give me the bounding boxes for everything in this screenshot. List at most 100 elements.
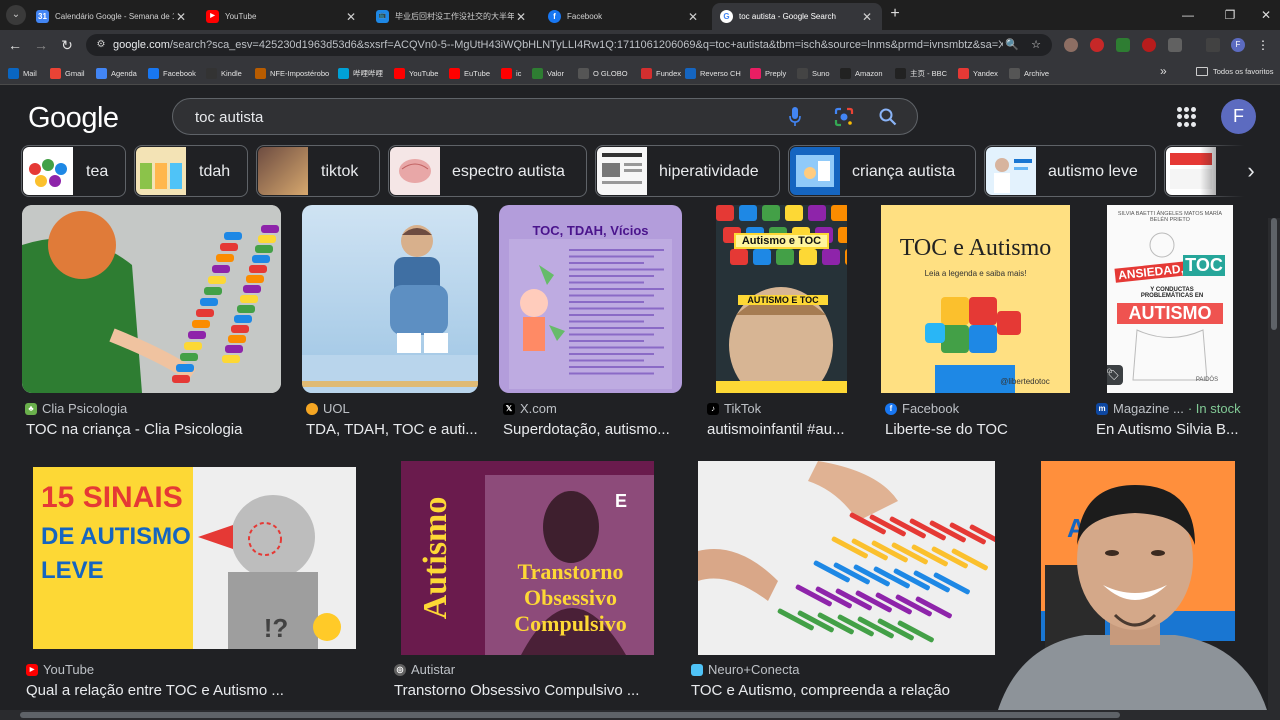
tab-bilibili[interactable]: 📺 毕业后回村没工作没社交的大半年, 来 ✕	[368, 3, 536, 30]
image-result[interactable]: Neuro+Conecta TOC e Autismo, compreenda …	[687, 461, 1005, 701]
result-title[interactable]: Transtorno Obsessivo Compulsivo ...	[394, 682, 665, 699]
zoom-icon[interactable]: 🔍	[1004, 37, 1020, 53]
google-logo[interactable]: Google	[28, 102, 119, 135]
vertical-scrollbar[interactable]	[1268, 218, 1280, 720]
result-title[interactable]: TOC e Autismo, compreenda a relação	[691, 682, 991, 699]
chip-crianca-autista[interactable]: criança autista	[788, 145, 976, 197]
result-image[interactable]	[302, 205, 478, 393]
reload-icon[interactable]: ↻	[58, 36, 76, 54]
search-icon[interactable]	[878, 107, 898, 127]
puzzle-icon[interactable]	[1168, 38, 1182, 52]
bookmark-item[interactable]: 主页 - BBC	[895, 66, 947, 80]
close-icon[interactable]: ✕	[514, 10, 528, 24]
result-image[interactable]: TOC, TDAH, Vícios	[499, 205, 682, 393]
chip-tdah[interactable]: tdah	[134, 145, 248, 197]
restore-icon[interactable]: ❐	[1220, 6, 1240, 24]
result-source[interactable]: Neuro+Conecta	[691, 662, 799, 677]
image-result[interactable]: Autismo e TOC AUTISMO E TOC ♪ TikTok auti…	[703, 205, 860, 445]
image-result[interactable]: SILVIA BAETTI ÁNGELES MATOS MARÍA BELÉN …	[1092, 205, 1252, 445]
bookmark-item[interactable]: ic	[501, 66, 521, 80]
tab-google-search[interactable]: G toc autista - Google Search ✕	[712, 3, 882, 30]
result-title[interactable]: TOC na criança - Clia Psicologia	[26, 421, 281, 438]
bookmark-item[interactable]: Valor	[532, 66, 564, 80]
scrollbar-thumb[interactable]	[1271, 218, 1277, 330]
tab-calendar[interactable]: 31 Calendário Google - Semana de 17 de ✕	[28, 3, 196, 30]
result-title[interactable]: En Autismo Silvia B...	[1096, 421, 1246, 438]
result-title[interactable]: TDA, TDAH, TOC e auti...	[306, 421, 478, 438]
mic-icon[interactable]	[789, 107, 801, 127]
tab-facebook[interactable]: f Facebook ✕	[540, 3, 708, 30]
close-icon[interactable]: ✕	[686, 10, 700, 24]
image-result[interactable]: TOC, TDAH, Vícios 𝕏 X.com Superdotação, a…	[499, 205, 682, 445]
chip-hiperatividade[interactable]: hiperatividade	[595, 145, 780, 197]
close-icon[interactable]: ✕	[344, 10, 358, 24]
result-source[interactable]: ♣ Clia Psicologia	[25, 401, 127, 416]
image-result[interactable]: UOL TDA, TDAH, TOC e auti...	[302, 205, 478, 445]
result-title[interactable]: autismoinfantil #au...	[707, 421, 857, 438]
chip-espectro-autista[interactable]: espectro autista	[388, 145, 587, 197]
google-apps-icon[interactable]	[1177, 107, 1197, 127]
result-image[interactable]	[22, 205, 281, 393]
bookmark-item[interactable]: O GLOBO	[578, 66, 628, 80]
result-title[interactable]: Qual a relação entre TOC e Autismo ...	[26, 682, 366, 699]
close-window-icon[interactable]: ✕	[1256, 6, 1276, 24]
close-icon[interactable]: ✕	[860, 10, 874, 24]
bookmark-item[interactable]: Preply	[750, 66, 786, 80]
bookmark-item[interactable]: Suno	[797, 66, 830, 80]
forward-arrow-icon[interactable]: →	[32, 36, 50, 54]
address-bar[interactable]: ⚙ google.com/search?sca_esv=425230d1963d…	[86, 34, 1052, 56]
search-input[interactable]: toc autista	[195, 109, 263, 126]
bookmark-item[interactable]: Facebook	[148, 66, 196, 80]
bookmark-item[interactable]: Gmail	[50, 66, 85, 80]
result-image[interactable]: TOC e Autismo Leia a legenda e saiba mai…	[881, 205, 1070, 393]
result-image[interactable]: 15 SINAIS DE AUTISMO LEVE !?	[33, 467, 356, 649]
account-avatar[interactable]: F	[1221, 99, 1256, 134]
site-info-icon[interactable]: ⚙	[94, 38, 108, 52]
bookmark-item[interactable]: Amazon	[840, 66, 883, 80]
result-source[interactable]: UOL	[306, 401, 350, 416]
scrollbar-thumb[interactable]	[20, 712, 1120, 718]
chip-tea[interactable]: tea	[21, 145, 126, 197]
new-tab-button[interactable]: +	[886, 5, 904, 23]
result-source[interactable]: ◎ Autistar	[394, 662, 455, 677]
tab-youtube[interactable]: ▶ YouTube ✕	[198, 3, 366, 30]
result-title[interactable]: Liberte-se do TOC	[885, 421, 1070, 438]
chip-autismo-leve[interactable]: autismo leve	[984, 145, 1156, 197]
bookmark-item[interactable]: Yandex	[958, 66, 998, 80]
bookmark-item[interactable]: Agenda	[96, 66, 137, 80]
search-box[interactable]: toc autista	[172, 98, 918, 135]
bookmark-item[interactable]: Mail	[8, 66, 37, 80]
bookmarks-overflow-icon[interactable]: »	[1160, 64, 1167, 78]
all-bookmarks-button[interactable]: Todos os favoritos	[1196, 67, 1273, 76]
bookmark-item[interactable]: NFE-Impostérobo	[255, 66, 329, 80]
tab-search-chevron-icon[interactable]: ⌄	[6, 5, 26, 25]
result-source[interactable]: m Magazine ... · In stock	[1096, 401, 1241, 416]
bookmark-star-icon[interactable]: ☆	[1028, 37, 1044, 53]
lens-icon[interactable]	[834, 107, 854, 127]
bookmark-item[interactable]: Archive	[1009, 66, 1049, 80]
sidepanel-icon[interactable]	[1206, 38, 1220, 52]
image-result[interactable]: 15 SINAIS DE AUTISMO LEVE !? ▶ YouTube Qu…	[22, 461, 366, 701]
bookmark-item[interactable]: Kindle	[206, 66, 242, 80]
result-image[interactable]	[698, 461, 995, 655]
bookmark-item[interactable]: YouTube	[394, 66, 438, 80]
chevron-right-icon[interactable]: ›	[1236, 157, 1266, 187]
minimize-icon[interactable]: —	[1178, 6, 1198, 24]
bookmark-item[interactable]: 哔哩哔哩	[338, 66, 383, 80]
extension-icon[interactable]	[1142, 38, 1156, 52]
extension-icon[interactable]	[1064, 38, 1078, 52]
result-image[interactable]: SILVIA BAETTI ÁNGELES MATOS MARÍA BELÉN …	[1107, 205, 1233, 393]
profile-avatar[interactable]: F	[1231, 38, 1245, 52]
extension-icon[interactable]	[1116, 38, 1130, 52]
bookmark-item[interactable]: Reverso CH	[685, 66, 741, 80]
result-image[interactable]: Autismo e TOC AUTISMO E TOC	[716, 205, 847, 393]
kebab-menu-icon[interactable]: ⋮	[1256, 38, 1270, 52]
bookmark-item[interactable]: EuTube	[449, 66, 490, 80]
result-source[interactable]: ♪ TikTok	[707, 401, 761, 416]
image-result[interactable]: ♣ Clia Psicologia TOC na criança - Clia P…	[22, 205, 281, 445]
image-result[interactable]: TOC e Autismo Leia a legenda e saiba mai…	[881, 205, 1070, 445]
bookmark-item[interactable]: Fundex	[641, 66, 681, 80]
result-source[interactable]: f Facebook	[885, 401, 959, 416]
horizontal-scrollbar[interactable]	[0, 710, 1268, 720]
result-source[interactable]: 𝕏 X.com	[503, 401, 557, 416]
